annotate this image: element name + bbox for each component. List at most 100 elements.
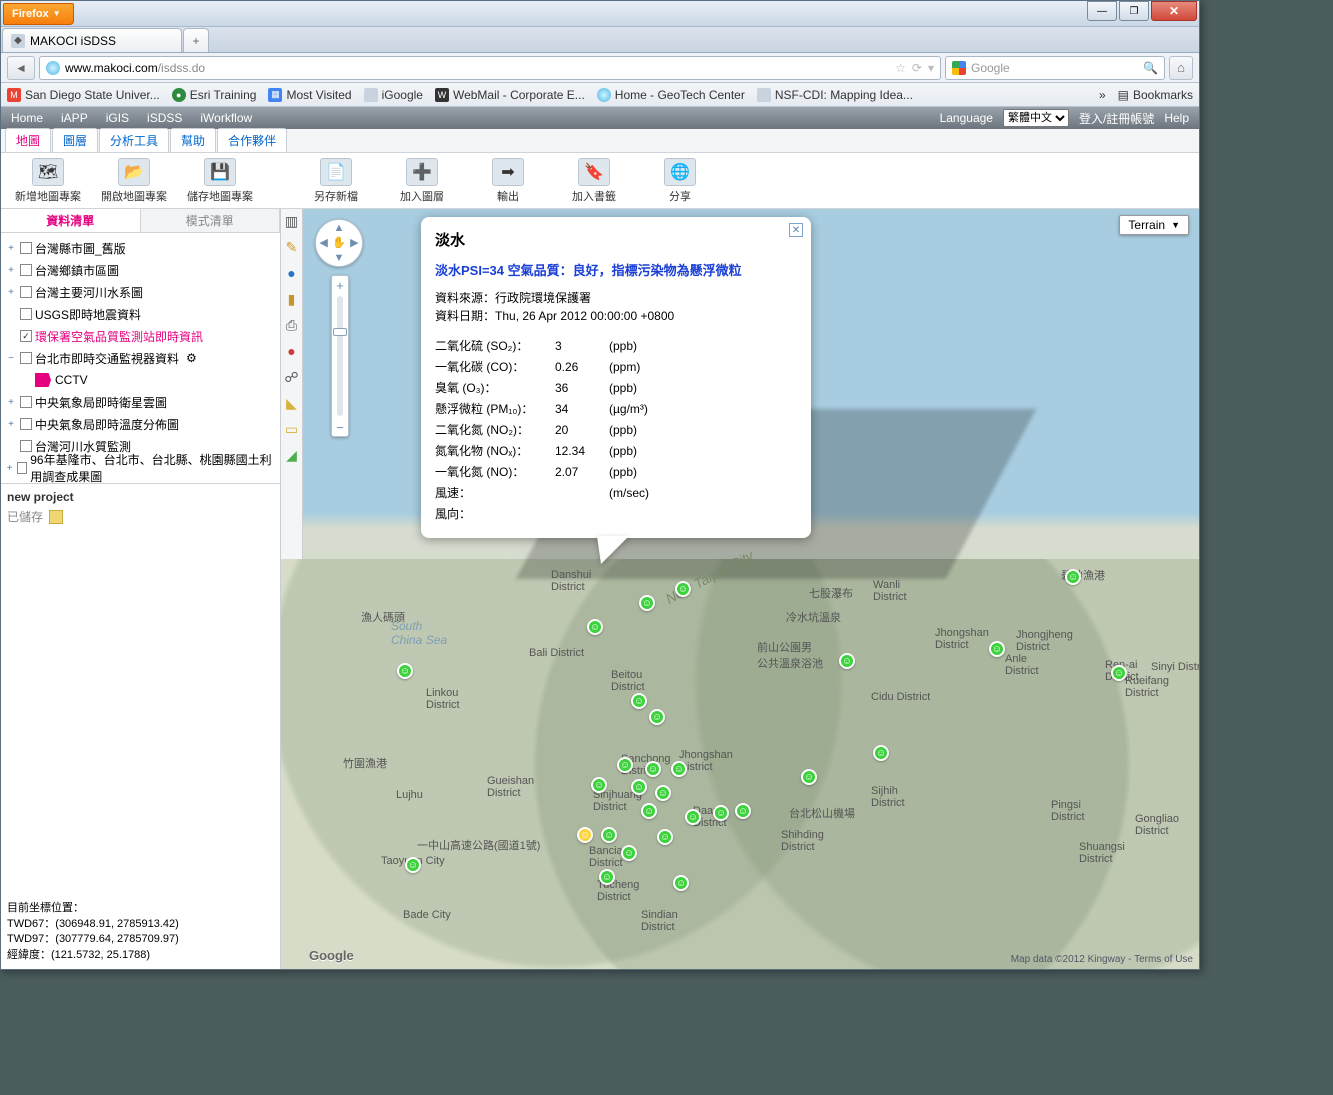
gear-icon[interactable]: ⚙ <box>186 351 197 365</box>
map-canvas[interactable]: ▥ ✎ ● ▮ ⎙ ● ☍ ◣ ▭ ◢ SouthChina Sea Dansh… <box>281 209 1199 969</box>
station-marker[interactable]: ☺ <box>657 829 673 845</box>
zoom-out-button[interactable]: − <box>332 418 348 436</box>
toolbar-item[interactable]: 📂開啟地圖專案 <box>91 158 177 204</box>
maximize-button[interactable]: ❐ <box>1119 1 1149 21</box>
layer-checkbox[interactable] <box>20 352 32 364</box>
pin-icon[interactable]: ● <box>284 343 300 359</box>
tab-data-list[interactable]: 資料清單 <box>1 209 141 232</box>
expand-icon[interactable]: + <box>5 265 17 276</box>
sub-tab[interactable]: 合作夥伴 <box>217 128 287 152</box>
layer-node[interactable]: +台灣主要河川水系圖 <box>5 281 276 303</box>
expand-icon[interactable]: + <box>5 419 17 430</box>
back-button[interactable]: ◄ <box>7 56 35 80</box>
toolbar-item[interactable]: 🗺新增地圖專案 <box>5 158 91 204</box>
zoom-thumb[interactable] <box>333 328 347 336</box>
station-marker[interactable]: ☺ <box>599 869 615 885</box>
station-marker[interactable]: ☺ <box>649 709 665 725</box>
expand-icon[interactable] <box>5 441 17 452</box>
bookmark-item[interactable]: iGoogle <box>364 88 423 102</box>
toolbar-item[interactable]: 🌐分享 <box>637 158 723 204</box>
link-icon[interactable]: ☍ <box>284 369 300 385</box>
station-marker[interactable]: ☺ <box>1111 665 1127 681</box>
station-marker[interactable]: ☺ <box>675 581 691 597</box>
station-marker[interactable]: ☺ <box>577 827 593 843</box>
tab-model-list[interactable]: 模式清單 <box>141 209 281 232</box>
globe-tool-icon[interactable]: ● <box>284 265 300 281</box>
folder-icon[interactable]: ▮ <box>284 291 300 307</box>
station-marker[interactable]: ☺ <box>873 745 889 761</box>
layer-node[interactable]: +中央氣象局即時衛星雲圖 <box>5 391 276 413</box>
station-marker[interactable]: ☺ <box>631 693 647 709</box>
expand-icon[interactable]: − <box>5 353 17 364</box>
station-marker[interactable]: ☺ <box>673 875 689 891</box>
expand-icon[interactable]: + <box>5 463 14 474</box>
sub-tab[interactable]: 地圖 <box>5 128 51 152</box>
station-marker[interactable]: ☺ <box>671 761 687 777</box>
bookmark-item[interactable]: NSF-CDI: Mapping Idea... <box>757 88 913 102</box>
layer-node[interactable]: +中央氣象局即時溫度分佈圖 <box>5 413 276 435</box>
expand-icon[interactable] <box>5 331 17 342</box>
layer-checkbox[interactable] <box>20 242 32 254</box>
station-marker[interactable]: ☺ <box>397 663 413 679</box>
station-marker[interactable]: ☺ <box>989 641 1005 657</box>
station-marker[interactable]: ☺ <box>713 805 729 821</box>
layer-node[interactable]: −台北市即時交通監視器資料⚙ <box>5 347 276 369</box>
bookmark-item[interactable]: ●Esri Training <box>172 88 257 102</box>
close-window-button[interactable]: ✕ <box>1151 1 1197 21</box>
bookmark-item[interactable]: MSan Diego State Univer... <box>7 88 160 102</box>
save-icon[interactable] <box>49 510 63 524</box>
pencil-icon[interactable]: ✎ <box>284 239 300 255</box>
pan-up-icon[interactable]: ▲ <box>331 220 346 235</box>
search-icon[interactable]: 🔍 <box>1143 61 1158 75</box>
layer-node[interactable]: ✓環保署空氣品質監測站即時資訊 <box>5 325 276 347</box>
expand-icon[interactable] <box>5 309 17 320</box>
toolbar-item[interactable]: 📄另存新檔 <box>293 158 379 204</box>
print-icon[interactable]: ⎙ <box>284 317 300 333</box>
station-marker[interactable]: ☺ <box>655 785 671 801</box>
station-marker[interactable]: ☺ <box>839 653 855 669</box>
login-link[interactable]: 登入/註冊帳號 <box>1079 110 1154 127</box>
bookmarks-menu[interactable]: ▤Bookmarks <box>1118 88 1193 102</box>
bookmark-item[interactable]: Home - GeoTech Center <box>597 88 745 102</box>
nav-item[interactable]: iAPP <box>61 111 88 125</box>
sound-icon[interactable]: ◢ <box>284 447 300 463</box>
dropdown-icon[interactable]: ▾ <box>928 61 934 75</box>
new-tab-button[interactable]: + <box>183 28 209 52</box>
close-bubble-button[interactable]: ✕ <box>789 223 803 237</box>
station-marker[interactable]: ☺ <box>735 803 751 819</box>
help-link[interactable]: Help <box>1164 111 1189 125</box>
pan-right-icon[interactable]: ▶ <box>347 235 362 250</box>
pan-left-icon[interactable]: ◀ <box>316 235 331 250</box>
layer-checkbox[interactable] <box>20 264 32 276</box>
minimize-button[interactable]: — <box>1087 1 1117 21</box>
layer-checkbox[interactable]: ✓ <box>20 330 32 342</box>
station-marker[interactable]: ☺ <box>639 595 655 611</box>
measure-icon[interactable]: ▭ <box>284 421 300 437</box>
nav-item[interactable]: iSDSS <box>147 111 182 125</box>
pan-grab-icon[interactable]: ✋ <box>331 235 346 250</box>
sub-tab[interactable]: 幫助 <box>170 128 216 152</box>
zoom-control[interactable]: + − <box>331 275 349 437</box>
layer-child[interactable]: CCTV <box>5 369 276 391</box>
station-marker[interactable]: ☺ <box>591 777 607 793</box>
home-button[interactable]: ⌂ <box>1169 56 1193 80</box>
bookmark-item[interactable]: WWebMail - Corporate E... <box>435 88 585 102</box>
station-marker[interactable]: ☺ <box>641 803 657 819</box>
station-marker[interactable]: ☺ <box>645 761 661 777</box>
browser-tab[interactable]: ◆ MAKOCI iSDSS <box>2 28 182 52</box>
layers-icon[interactable]: ▥ <box>284 213 300 229</box>
sub-tab[interactable]: 圖層 <box>52 128 98 152</box>
bookmark-item[interactable]: ▦Most Visited <box>268 88 351 102</box>
layer-checkbox[interactable] <box>20 418 32 430</box>
toolbar-item[interactable]: ➡輸出 <box>465 158 551 204</box>
station-marker[interactable]: ☺ <box>601 827 617 843</box>
layer-node[interactable]: +台灣縣市圖_舊版 <box>5 237 276 259</box>
zoom-in-button[interactable]: + <box>332 276 348 294</box>
station-marker[interactable]: ☺ <box>801 769 817 785</box>
layer-checkbox[interactable] <box>20 308 32 320</box>
station-marker[interactable]: ☺ <box>405 857 421 873</box>
ruler-icon[interactable]: ◣ <box>284 395 300 411</box>
station-marker[interactable]: ☺ <box>621 845 637 861</box>
expand-icon[interactable]: + <box>5 243 17 254</box>
nav-item[interactable]: iGIS <box>106 111 129 125</box>
